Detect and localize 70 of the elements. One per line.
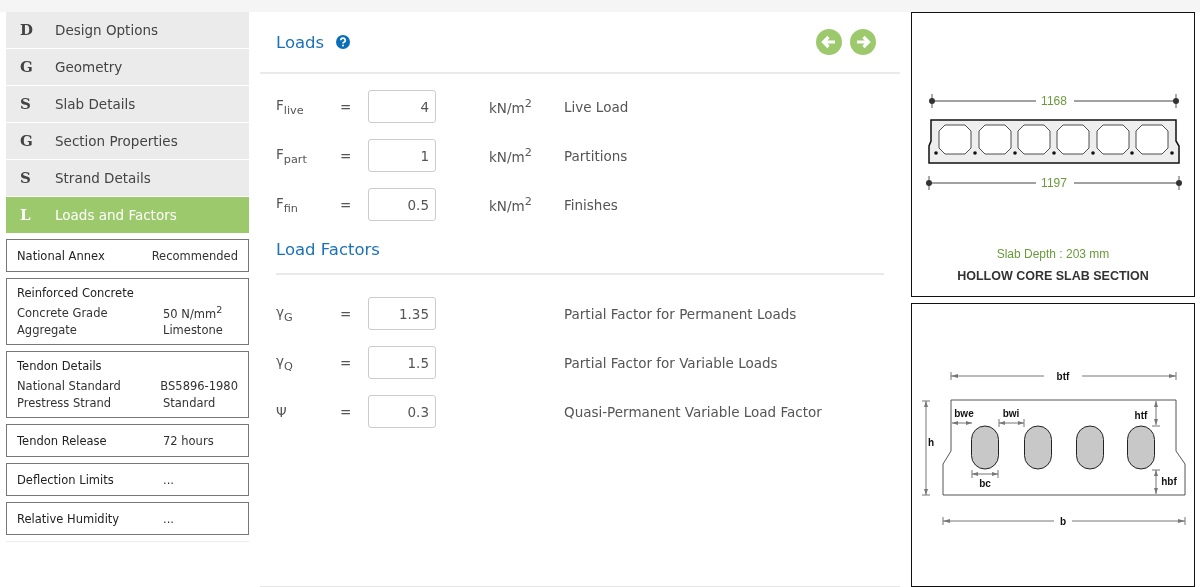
input-field[interactable]: 1.5 (368, 346, 436, 379)
card-value: Standard (163, 395, 216, 410)
nav-item[interactable]: S Slab Details (6, 86, 249, 122)
symbol-label: F$_{fin}$ (276, 194, 299, 215)
equals-sign: = (340, 147, 353, 164)
diagram-caption: HOLLOW CORE SLAB SECTION (957, 269, 1149, 283)
input-field[interactable]: 1 (368, 139, 436, 172)
dimension-label: hbf (1161, 476, 1177, 487)
card-title: Reinforced Concrete (17, 286, 135, 300)
card-value: BS5896-1980 (160, 378, 238, 393)
card-value: 50 N/mm$^{2}$ (163, 304, 223, 321)
unit-label: kN/m$^{2}$ (489, 195, 533, 214)
symbol-label: F$_{part}$ (276, 145, 308, 166)
field-description: Partial Factor for Permanent Loads (564, 305, 797, 322)
card-value: 72 hours (163, 434, 214, 448)
equals-sign: = (340, 196, 353, 213)
card-value: Recommended (151, 249, 238, 263)
input-field[interactable]: 0.5 (368, 188, 436, 221)
dimension-line (998, 418, 1025, 428)
unit-label: kN/m$^{2}$ (489, 146, 533, 165)
field-description: Live Load (564, 98, 629, 115)
dimension-line (1151, 400, 1161, 427)
nav-item[interactable]: D Design Options (6, 12, 249, 48)
equals-sign: = (340, 98, 353, 115)
dimension-line (951, 421, 973, 425)
nav-item[interactable]: G Section Properties (6, 123, 249, 159)
card-label: Tendon Release (17, 434, 108, 448)
equals-sign: = (340, 354, 353, 371)
field-description: Partial Factor for Variable Loads (564, 354, 778, 371)
card-title: Tendon Details (17, 359, 103, 373)
dimension-label: bwi (1002, 408, 1020, 419)
symbol-label: F$_{live}$ (276, 96, 305, 117)
input-field[interactable]: 4 (368, 90, 436, 123)
nav-item[interactable]: S Strand Details (6, 160, 249, 196)
symbol-label: γ$_{G}$ (276, 303, 294, 324)
equals-sign: = (340, 403, 353, 420)
card-value: Limestone (163, 322, 223, 337)
slab-depth-label: Slab Depth : 203 mm (996, 247, 1110, 261)
input-field[interactable]: 0.3 (368, 395, 436, 428)
card-label: Prestress Strand (17, 395, 113, 410)
card-value: ... (163, 473, 174, 487)
dimension-label: htf (1134, 410, 1148, 421)
dimension-value: 1197 (1041, 176, 1067, 190)
input-field[interactable]: 1.35 (368, 297, 436, 330)
card-label: Concrete Grade (17, 305, 109, 320)
card-value: ... (163, 512, 174, 526)
card-label: National Standard (17, 378, 122, 393)
card-label: National Annex (17, 249, 106, 263)
help-icon[interactable] (336, 35, 351, 49)
dimension-line (1151, 469, 1161, 495)
nav-item[interactable]: G Geometry (6, 49, 249, 85)
dimension-value: 1168 (1041, 94, 1067, 108)
dimension-label: bwe (954, 408, 974, 419)
field-description: Finishes (564, 196, 618, 213)
card-label: Relative Humidity (17, 512, 121, 526)
dimension-label: btf (1056, 371, 1070, 382)
symbol-label: γ$_{Q}$ (276, 352, 294, 373)
dimension-label: b (1059, 516, 1067, 527)
unit-label: kN/m$^{2}$ (489, 97, 533, 116)
card-label: Deflection Limits (17, 473, 115, 487)
section-title: Loads (276, 32, 325, 52)
dimension-line (971, 469, 999, 479)
field-description: Partitions (564, 147, 628, 164)
dimension-label: bc (979, 478, 991, 489)
field-description: Quasi-Permanent Variable Load Factor (564, 403, 822, 420)
section-title: Load Factors (276, 239, 380, 259)
dimension-label: h (927, 437, 935, 448)
card-label: Aggregate (17, 322, 78, 337)
equals-sign: = (340, 305, 353, 322)
symbol-label: Ψ (276, 403, 288, 420)
